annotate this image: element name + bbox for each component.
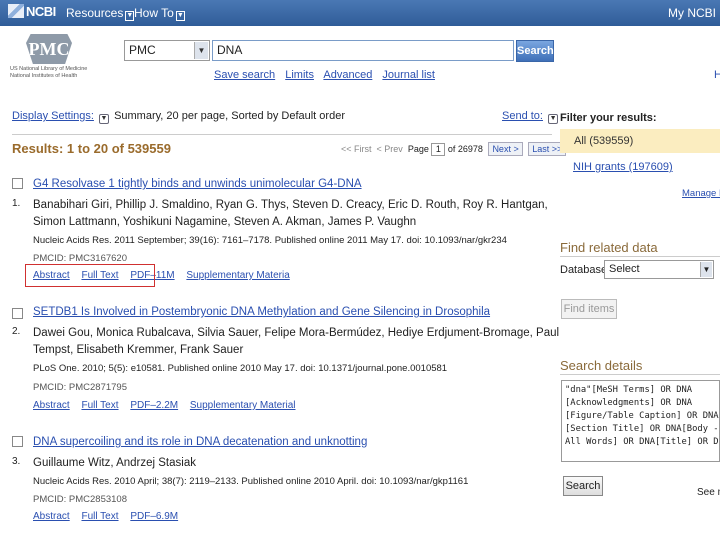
supplementary-link[interactable]: Supplementary Material xyxy=(190,400,296,411)
results-count: Results: 1 to 20 of 539559 xyxy=(12,141,171,156)
abstract-link[interactable]: Abstract xyxy=(33,511,70,522)
limits-link[interactable]: Limits xyxy=(285,69,314,81)
prev-page-link[interactable]: < Prev xyxy=(377,144,403,154)
supplementary-link[interactable]: Supplementary Materia xyxy=(186,270,289,281)
result-citation: Nucleic Acids Res. 2011 September; 39(16… xyxy=(33,235,507,246)
divider xyxy=(12,134,552,135)
chevron-down-icon: ▼ xyxy=(700,262,712,277)
chevron-down-icon: ▼ xyxy=(194,42,208,59)
result-title-link[interactable]: DNA supercoiling and its role in DNA dec… xyxy=(33,436,367,448)
top-navigation-bar: NCBI Resources▼ How To▼ My NCBI Sig xyxy=(0,0,720,26)
journal-list-link[interactable]: Journal list xyxy=(382,69,435,81)
chevron-down-icon: ▼ xyxy=(125,11,135,21)
chevron-down-icon: ▼ xyxy=(175,11,185,21)
divider xyxy=(560,256,720,257)
pmc-logo-icon: PMC xyxy=(26,34,72,64)
result-number: 2. xyxy=(12,326,21,337)
ncbi-logo[interactable]: NCBI xyxy=(8,4,56,19)
search-details-heading: Search details xyxy=(560,358,643,373)
my-ncbi-link[interactable]: My NCBI Sig xyxy=(668,6,720,20)
chevron-down-icon: ▼ xyxy=(548,114,559,124)
howto-menu[interactable]: How To ▼ xyxy=(134,6,185,21)
chevron-down-icon[interactable]: ▼ xyxy=(99,114,109,124)
next-page-button[interactable]: Next > xyxy=(488,142,523,156)
ncbi-logo-icon xyxy=(8,4,24,18)
see-more-link[interactable]: See m xyxy=(697,487,720,498)
result-checkbox[interactable] xyxy=(12,308,23,319)
page-of-label: of 26978 xyxy=(447,144,483,154)
send-to-menu[interactable]: Send to: ▼ xyxy=(502,110,560,124)
search-details-button[interactable]: Search xyxy=(563,476,603,496)
result-pmcid: PMCID: PMC2853108 xyxy=(33,494,127,505)
divider xyxy=(560,374,720,375)
first-page-link[interactable]: << First xyxy=(341,144,372,154)
full-text-link[interactable]: Full Text xyxy=(81,400,118,411)
resources-menu[interactable]: Resources ▼ xyxy=(66,6,135,21)
abstract-link[interactable]: Abstract xyxy=(33,400,70,411)
result-authors: Banabihari Giri, Phillip J. Smaldino, Ry… xyxy=(33,199,548,228)
display-settings-bar: Display Settings: ▼ Summary, 20 per page… xyxy=(12,110,345,124)
result-citation: PLoS One. 2010; 5(5): e10581. Published … xyxy=(33,363,448,374)
page-label: Page xyxy=(407,144,429,154)
nlm-subtitle: US National Library of Medicine National… xyxy=(10,66,88,79)
save-search-link[interactable]: Save search xyxy=(214,69,275,81)
search-button[interactable]: Search xyxy=(516,40,554,62)
result-links: Abstract Full Text PDF–2.2M Supplementar… xyxy=(33,400,305,411)
result-number: 3. xyxy=(12,456,21,467)
find-items-button[interactable]: Find items xyxy=(561,299,617,319)
full-text-link[interactable]: Full Text xyxy=(81,511,118,522)
result-pmcid: PMCID: PMC3167620 xyxy=(33,253,127,264)
result-authors: Guillaume Witz, Andrzej Stasiak xyxy=(33,457,196,469)
result-authors: Dawei Gou, Monica Rubalcava, Silvia Saue… xyxy=(33,327,560,356)
result-title-link[interactable]: G4 Resolvase 1 tightly binds and unwinds… xyxy=(33,178,362,190)
pager: << First < Prev Page 1 of 26978 Next > L… xyxy=(341,142,567,157)
manage-filters-link[interactable]: Manage Fi xyxy=(682,188,720,199)
find-related-heading: Find related data xyxy=(560,240,658,255)
search-links: Save search Limits Advanced Journal list xyxy=(214,69,442,81)
pdf-link[interactable]: PDF–2.2M xyxy=(130,400,178,411)
help-link[interactable]: H xyxy=(714,69,720,81)
search-input[interactable]: DNA xyxy=(212,40,514,61)
result-checkbox[interactable] xyxy=(12,436,23,447)
result-checkbox[interactable] xyxy=(12,178,23,189)
database-select[interactable]: PMC ▼ xyxy=(124,40,210,61)
filter-nih-grants[interactable]: NIH grants (197609) xyxy=(573,161,673,173)
display-summary: Summary, 20 per page, Sorted by Default … xyxy=(114,110,345,122)
result-item: 2. SETDB1 Is Involved in Postembryonic D… xyxy=(12,306,559,416)
pmc-logo[interactable]: PMC US National Library of Medicine Nati… xyxy=(10,34,100,86)
result-item: 3. DNA supercoiling and its role in DNA … xyxy=(12,436,557,526)
related-database-select[interactable]: Select ▼ xyxy=(604,260,714,279)
display-settings-link[interactable]: Display Settings: xyxy=(12,110,94,122)
database-label: Database: xyxy=(560,264,611,276)
result-pmcid: PMCID: PMC2871795 xyxy=(33,382,127,393)
result-title-link[interactable]: SETDB1 Is Involved in Postembryonic DNA … xyxy=(33,306,490,318)
result-citation: Nucleic Acids Res. 2010 April; 38(7): 21… xyxy=(33,476,469,487)
search-details-textarea[interactable]: "dna"[MeSH Terms] OR DNA [Acknowledgment… xyxy=(561,380,720,462)
filter-heading: Filter your results: xyxy=(560,112,657,124)
filter-all[interactable]: All (539559) xyxy=(560,129,720,153)
advanced-link[interactable]: Advanced xyxy=(323,69,372,81)
page-number-input[interactable]: 1 xyxy=(431,143,446,157)
highlight-annotation-box xyxy=(25,264,155,287)
result-links: Abstract Full Text PDF–6.9M xyxy=(33,511,187,522)
result-number: 1. xyxy=(12,198,21,209)
pdf-link[interactable]: PDF–6.9M xyxy=(130,511,178,522)
